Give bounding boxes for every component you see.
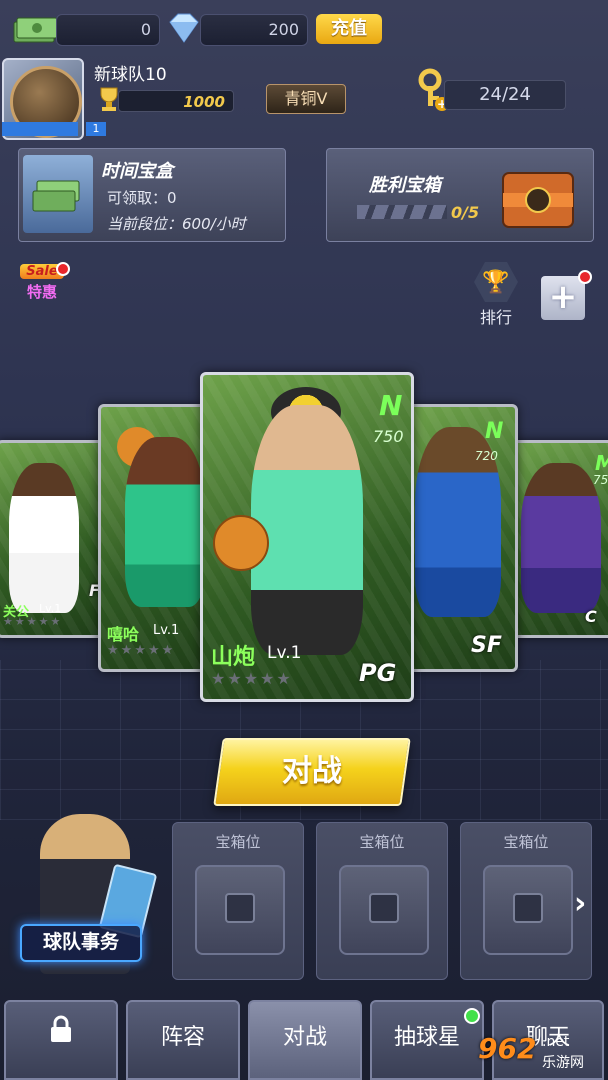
time-box-title: 时间宝盒: [101, 161, 173, 182]
time-box-claimable: 可领取：0: [107, 189, 177, 207]
player-figure: [125, 437, 205, 607]
victory-chest-progress-bar: [357, 205, 447, 219]
battle-button[interactable]: 对战: [213, 738, 411, 806]
player-position: C: [585, 607, 597, 626]
cash-value: 0: [56, 14, 160, 46]
chest-slot-label: 宝箱位: [215, 833, 261, 851]
empty-chest-icon: [483, 865, 573, 955]
player-power: 750: [593, 473, 608, 487]
chest-slot[interactable]: 宝箱位: [460, 822, 592, 980]
draw-notification-dot: [464, 1008, 480, 1024]
chest-slot-label: 宝箱位: [503, 833, 549, 851]
empty-chest-icon: [195, 865, 285, 955]
trophy-icon: 🏆: [474, 262, 518, 302]
team-level-bar: [2, 122, 78, 136]
trophy-count: 1000: [118, 90, 234, 112]
player-power: 720: [475, 449, 498, 463]
time-box-panel[interactable]: 时间宝盒 可领取：0 当前段位：600/小时: [18, 148, 286, 242]
diamond-value: 200: [200, 14, 308, 46]
player-name: 嘻哈: [107, 625, 140, 644]
player-rarity: N: [379, 389, 403, 422]
cash-icon: [12, 12, 58, 46]
chest-icon: [499, 165, 577, 231]
watermark-logo: 962 .net 乐游网: [478, 1030, 604, 1074]
watermark-name: 乐游网: [542, 1055, 584, 1071]
team-affairs-button[interactable]: 球队事务: [20, 924, 142, 962]
recharge-button[interactable]: 充值: [316, 14, 382, 44]
player-figure: [521, 463, 601, 613]
empty-chest-icon: [339, 865, 429, 955]
victory-chest-progress: 0/5: [451, 203, 480, 222]
player-card[interactable]: N 720 SF: [404, 404, 518, 672]
chest-slot-label: 宝箱位: [359, 833, 405, 851]
time-box-rate: 当前段位：600/小时: [107, 215, 246, 233]
sale-notification-dot: [56, 262, 70, 276]
add-notification-dot: [578, 270, 592, 284]
player-card-selected[interactable]: N 750 山炮 Lv.1 ★★★★★ PG: [200, 372, 414, 702]
player-name: 山炮: [211, 645, 256, 670]
diamond-icon: [164, 12, 204, 46]
basketball-icon: [213, 515, 269, 571]
nav-locked[interactable]: [4, 1000, 118, 1080]
player-level: Lv.1: [153, 623, 180, 638]
chest-slot[interactable]: 宝箱位: [172, 822, 304, 980]
ranking-label: 排行: [479, 308, 512, 327]
nav-lineup[interactable]: 阵容: [126, 1000, 240, 1080]
victory-chest-panel[interactable]: 胜利宝箱 0/5: [326, 148, 594, 242]
nav-battle[interactable]: 对战: [248, 1000, 362, 1080]
team-name: 新球队10: [94, 65, 167, 85]
player-card[interactable]: 关公 Lv.1 ★★★★★ F: [0, 440, 106, 638]
add-button[interactable]: +: [541, 276, 585, 320]
player-level: Lv.1: [39, 602, 62, 615]
player-card[interactable]: 嘻哈 Lv.1 ★★★★★: [98, 404, 212, 672]
player-position: PG: [359, 659, 397, 687]
lock-icon: [48, 1002, 74, 1074]
player-position: SF: [471, 633, 502, 658]
chest-slot[interactable]: 宝箱位: [316, 822, 448, 980]
player-rarity: M: [595, 451, 608, 475]
player-level: Lv.1: [267, 643, 302, 663]
player-card[interactable]: M 750 C: [510, 440, 608, 638]
player-rarity: N: [485, 419, 504, 444]
sale-label: 特惠: [26, 283, 57, 301]
team-level: 1: [86, 122, 106, 136]
money-box-icon: [23, 155, 93, 233]
battle-button-label: 对战: [282, 754, 342, 789]
player-stars: ★★★★★: [3, 615, 63, 628]
rank-badge[interactable]: 青铜V: [266, 84, 346, 114]
watermark-brand: 962: [478, 1032, 537, 1065]
player-figure: [251, 405, 363, 655]
player-stars: ★★★★★: [211, 669, 293, 688]
player-power: 750: [373, 427, 404, 446]
victory-chest-title: 胜利宝箱: [369, 175, 441, 196]
ranking-button[interactable]: 🏆 排行: [470, 262, 522, 328]
watermark-tld: .net: [542, 1034, 570, 1050]
chevron-right-icon[interactable]: ›: [574, 886, 586, 921]
player-figure: [9, 463, 79, 613]
key-count: 24/24: [444, 80, 566, 110]
player-stars: ★★★★★: [107, 643, 176, 658]
